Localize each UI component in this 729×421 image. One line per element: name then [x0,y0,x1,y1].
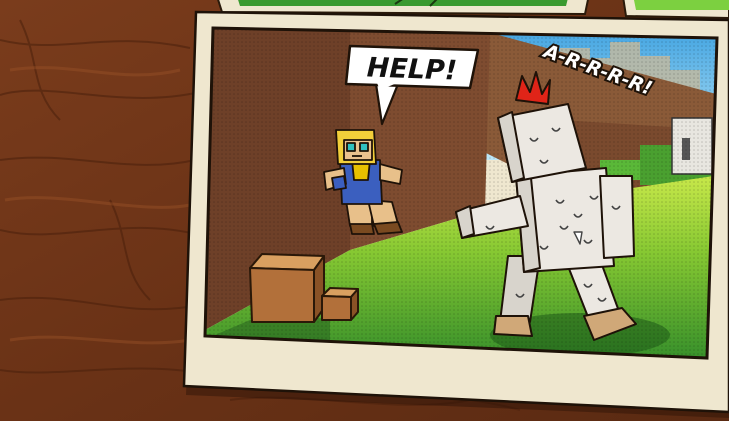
speech-bubble-text: HELP! [366,52,457,86]
big-crate [249,253,325,323]
background-photo-right [622,0,729,20]
comic-illustration: HELP! A-R-R-R-R! [0,0,729,421]
scene: HELP! A-R-R-R-R! [0,0,729,421]
small-crate [321,287,359,321]
